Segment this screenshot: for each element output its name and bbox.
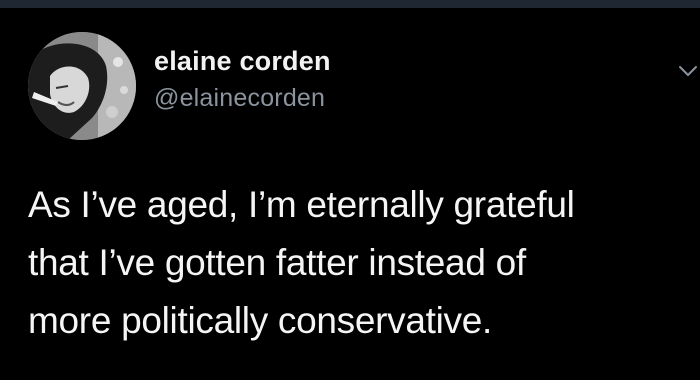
chevron-down-icon[interactable] bbox=[678, 64, 698, 78]
user-handle[interactable]: @elainecorden bbox=[154, 84, 325, 113]
tweet-text-line: more politically conservative. bbox=[28, 300, 492, 341]
tweet-text-line: that I’ve gotten fatter instead of bbox=[28, 242, 526, 283]
profile-photo-icon bbox=[28, 32, 136, 140]
display-name[interactable]: elaine corden bbox=[154, 46, 331, 77]
window-top-strip bbox=[0, 0, 700, 8]
tweet-text: As I’ve aged, I’m eternally grateful tha… bbox=[28, 176, 678, 350]
tweet-card: elaine corden @elainecorden As I’ve aged… bbox=[0, 8, 700, 380]
tweet-text-line: As I’ve aged, I’m eternally grateful bbox=[28, 184, 575, 225]
avatar[interactable] bbox=[28, 32, 136, 140]
